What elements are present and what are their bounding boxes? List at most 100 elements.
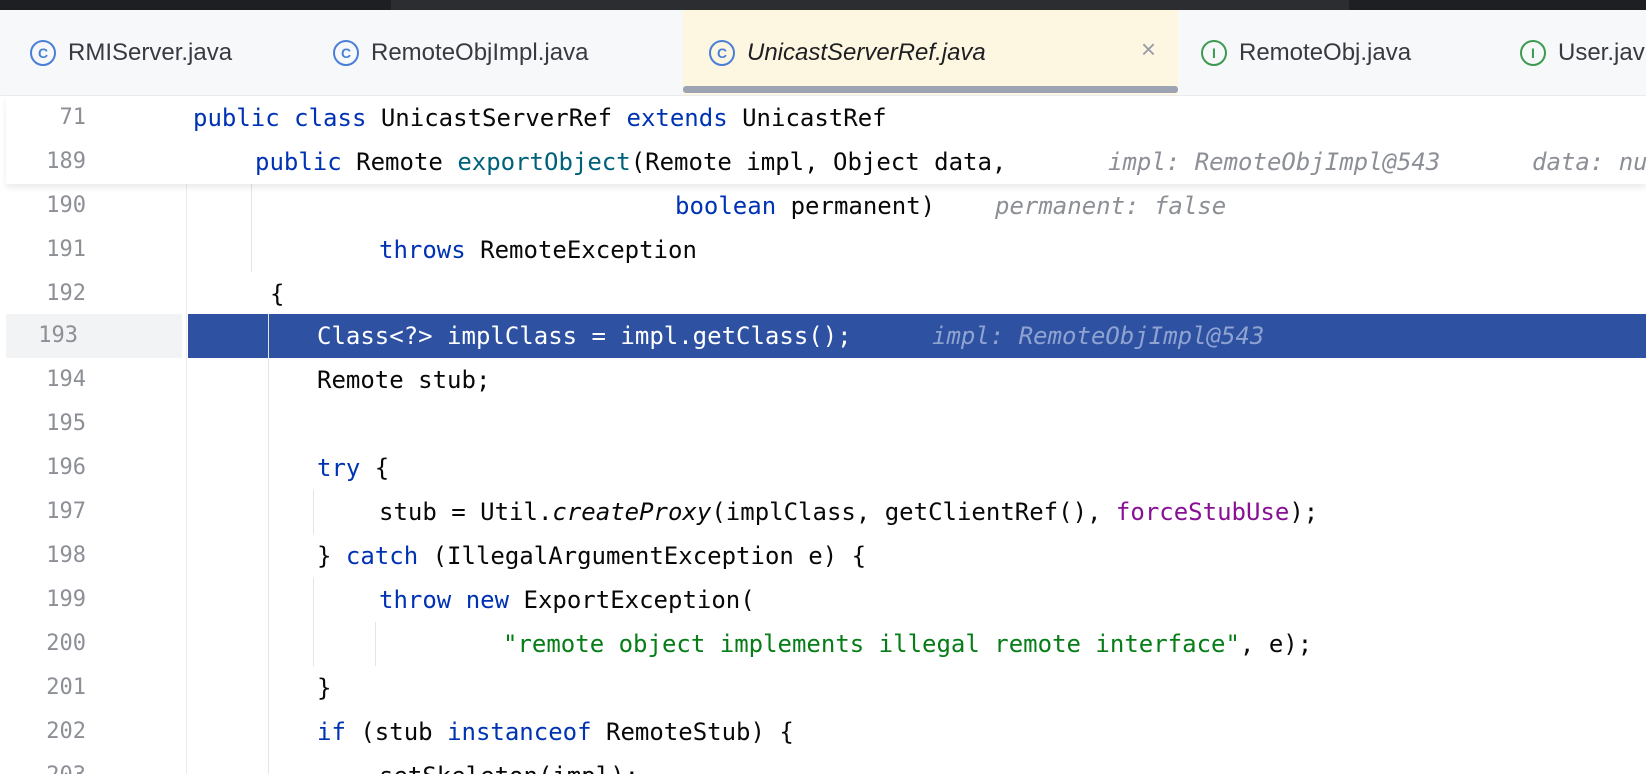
code-line[interactable]: 202 if (stub instanceof RemoteStub) {	[0, 710, 1646, 754]
code-line-partial[interactable]: 203 setSkeleton(impl);	[0, 754, 1646, 774]
code-text: Class<?> implClass = impl.getClass();	[317, 322, 852, 350]
line-number: 201	[46, 675, 86, 700]
indent-guide	[251, 184, 252, 272]
inline-debug-value: impl: RemoteObjImpl@543	[932, 322, 1265, 350]
interface-icon: I	[1520, 39, 1546, 66]
tab-label: UnicastServerRef.java	[747, 38, 986, 66]
keyword: if	[317, 718, 346, 746]
code-text: setSkeleton(impl);	[379, 754, 639, 774]
line-number: 202	[46, 719, 86, 744]
tab-rmiserver[interactable]: C RMIServer.java	[30, 10, 232, 95]
code-line[interactable]: 195	[0, 402, 1646, 446]
inline-debug-value: data: nu	[1532, 148, 1646, 176]
code-text: stub = Util.createProxy(implClass, getCl…	[379, 490, 1318, 534]
tab-user[interactable]: I User.jav	[1520, 10, 1645, 95]
keyword: throws	[379, 236, 466, 264]
sticky-line[interactable]: 189 public Remote exportObject(Remote im…	[0, 140, 1646, 184]
code-line[interactable]: 196 try {	[0, 446, 1646, 490]
method-name: exportObject	[457, 148, 631, 176]
indent-guide	[268, 314, 269, 774]
inline-debug-value: permanent: false	[995, 192, 1227, 220]
code-rest: RemoteStub) {	[591, 718, 794, 746]
indent-guide	[375, 622, 376, 666]
keyword: boolean	[675, 192, 777, 220]
line-number: 194	[46, 367, 86, 392]
line-number: 196	[46, 455, 86, 480]
code-rest: permanent)	[776, 192, 936, 220]
line-number: 190	[46, 193, 86, 218]
line-number: 189	[46, 149, 86, 174]
string-literal: "remote object implements illegal remote…	[503, 630, 1240, 658]
code-line-current[interactable]: 193 Class<?> implClass = impl.getClass()…	[0, 314, 1646, 358]
keyword: instanceof	[447, 718, 592, 746]
code-text: } catch (IllegalArgumentException e) {	[317, 534, 866, 578]
code-text: "remote object implements illegal remote…	[503, 622, 1312, 666]
code-text: {	[270, 280, 285, 308]
keyword: class	[294, 104, 367, 132]
line-number: 198	[46, 543, 86, 568]
editor-tab-bar: C RMIServer.java C RemoteObjImpl.java C …	[0, 10, 1646, 96]
class-name: UnicastServerRef	[380, 104, 613, 132]
keyword: new	[465, 586, 510, 614]
code-text: throws RemoteException	[379, 228, 697, 272]
keyword: public	[193, 104, 280, 132]
code-line[interactable]: 201 }	[0, 666, 1646, 710]
keyword: try	[317, 454, 361, 482]
interface-icon: I	[1201, 39, 1227, 66]
inline-debug-value: impl: RemoteObjImpl@543	[1108, 148, 1441, 176]
code-line[interactable]: 190 boolean permanent) permanent: false	[0, 184, 1646, 228]
indent-guide	[313, 578, 314, 666]
tab-label: RMIServer.java	[68, 38, 233, 66]
keyword: catch	[345, 542, 419, 570]
tab-label: User.jav	[1558, 38, 1645, 66]
line-number: 200	[46, 631, 86, 656]
field-name: forceStubUse	[1115, 498, 1290, 526]
code-text: if (stub instanceof RemoteStub) {	[317, 710, 794, 754]
line-number: 71	[59, 105, 87, 130]
line-number: 199	[46, 587, 86, 612]
code-rest: );	[1289, 498, 1319, 526]
keyword: public	[255, 148, 342, 176]
title-strip	[391, 0, 1349, 10]
line-number: 197	[46, 499, 86, 524]
code-rest: stub = Util.	[379, 498, 553, 526]
code-rest: (IllegalArgumentException e) {	[418, 542, 867, 570]
code-rest: {	[360, 454, 390, 482]
code-text: Remote stub;	[317, 366, 491, 394]
code-line[interactable]: 200 "remote object implements illegal re…	[0, 622, 1646, 666]
code-line[interactable]: 198 } catch (IllegalArgumentException e)…	[0, 534, 1646, 578]
type-name: Remote	[356, 148, 443, 176]
line-number: 193	[6, 314, 182, 358]
sticky-line[interactable]: 71 public class UnicastServerRef extends…	[0, 96, 1646, 140]
tab-remoteobjimpl[interactable]: C RemoteObjImpl.java	[333, 10, 588, 95]
static-method-name: createProxy	[552, 498, 712, 526]
class-icon: C	[709, 39, 735, 66]
window-top-strip	[0, 0, 1646, 10]
sticky-scroll-header[interactable]: 71 public class UnicastServerRef extends…	[6, 96, 1646, 184]
code-line[interactable]: 191 throws RemoteException	[0, 228, 1646, 272]
code-text: try {	[317, 446, 389, 490]
tab-label: RemoteObjImpl.java	[371, 38, 589, 66]
keyword: extends	[626, 104, 728, 132]
code-params: (Remote impl, Object data,	[630, 148, 1007, 176]
code-line[interactable]: 197 stub = Util.createProxy(implClass, g…	[0, 490, 1646, 534]
code-line[interactable]: 199 throw new ExportException(	[0, 578, 1646, 622]
code-line[interactable]: 194 Remote stub;	[0, 358, 1646, 402]
code-line[interactable]: 192 {	[0, 272, 1646, 316]
code-rest: (stub	[345, 718, 448, 746]
code-text: }	[317, 674, 332, 702]
tab-remoteobj[interactable]: I RemoteObj.java	[1201, 10, 1411, 95]
tab-label: RemoteObj.java	[1239, 38, 1412, 66]
tab-unicastserverref[interactable]: C UnicastServerRef.java ×	[683, 10, 1178, 95]
keyword: throw	[379, 586, 452, 614]
class-icon: C	[333, 39, 359, 66]
code-rest: ExportException(	[509, 586, 755, 614]
code-text: public Remote exportObject(Remote impl, …	[255, 140, 1006, 184]
class-name: UnicastRef	[742, 104, 887, 132]
run-class-icon: C	[30, 39, 56, 66]
close-icon[interactable]: ×	[1141, 36, 1156, 62]
indent-guide	[313, 490, 314, 534]
code-text: boolean permanent)	[675, 184, 935, 228]
code-rest: , e);	[1239, 630, 1313, 658]
code-text: public class UnicastServerRef extends Un…	[193, 96, 887, 140]
